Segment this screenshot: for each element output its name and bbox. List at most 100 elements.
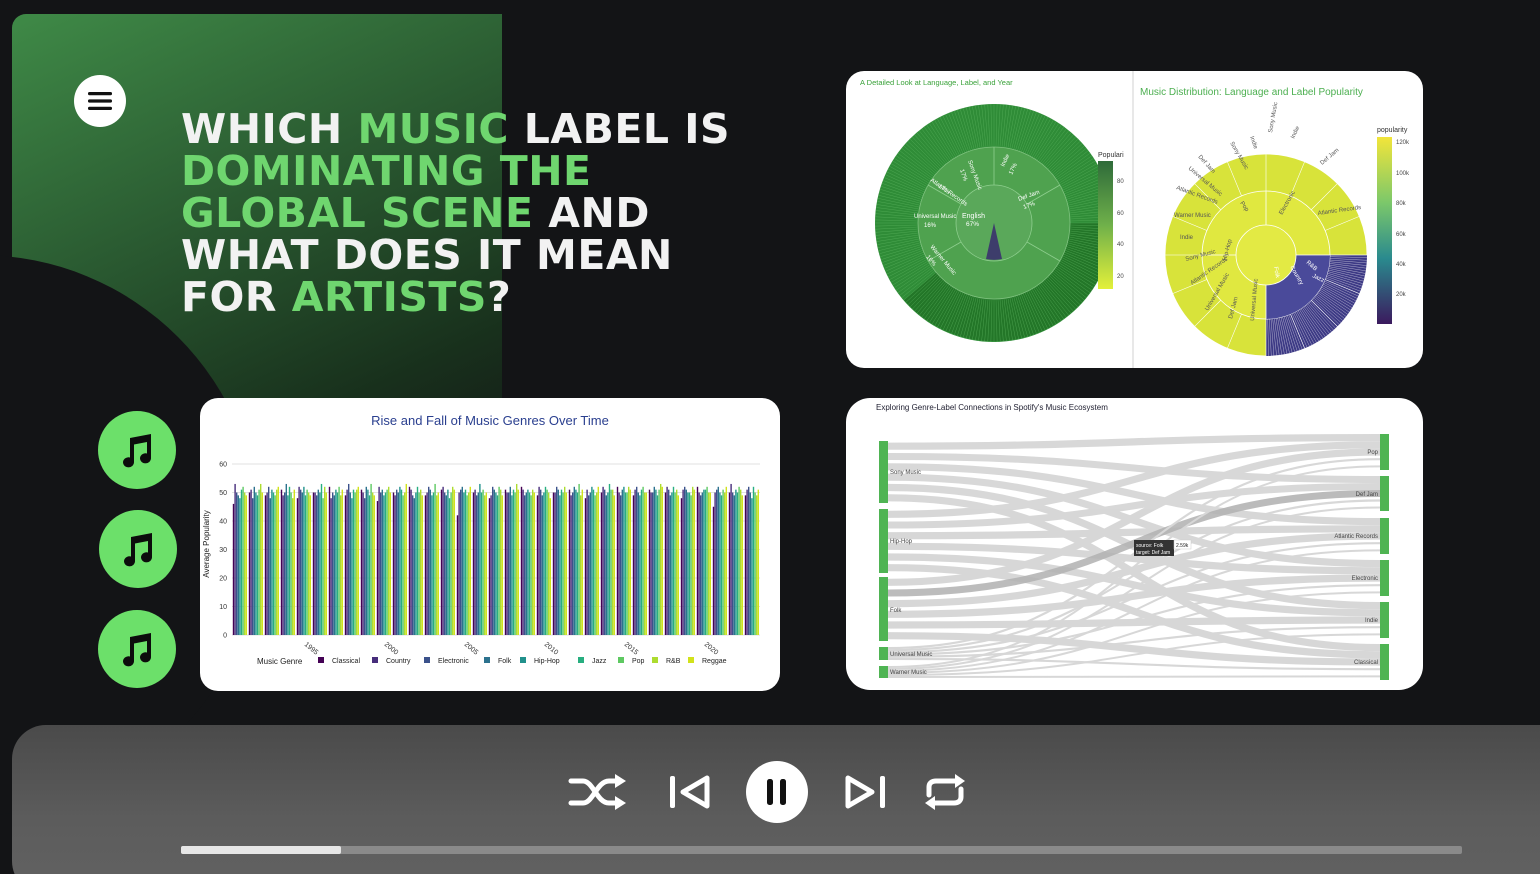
bar (456, 515, 459, 635)
bar (405, 483, 407, 635)
bar (242, 486, 244, 635)
bar (296, 498, 299, 635)
bar (580, 495, 582, 635)
bar (735, 489, 737, 635)
menu-button[interactable] (74, 75, 126, 127)
music-note-button-2[interactable] (99, 510, 177, 588)
bar (341, 489, 343, 635)
music-note-icon (123, 633, 152, 667)
bar (268, 486, 270, 635)
sankey-source-label: Universal Music (890, 652, 932, 658)
bar (447, 489, 449, 635)
bar (477, 492, 479, 635)
next-track-button[interactable] (843, 772, 889, 812)
bar-ytick-label: 0 (223, 633, 227, 640)
colorbar2-tick: 20k (1396, 292, 1407, 298)
playback-progress-bar[interactable] (181, 846, 1462, 854)
sankey-target-label: Def Jam (1356, 492, 1378, 498)
sunburst2-center (1235, 224, 1297, 286)
bar (738, 486, 740, 635)
bar (445, 495, 447, 635)
bar (560, 489, 563, 635)
bar (632, 495, 635, 635)
bar (530, 495, 532, 635)
repeat-button[interactable] (920, 770, 970, 814)
bar (292, 498, 294, 635)
bar (452, 486, 454, 635)
bar (629, 489, 631, 635)
sankey-source-nodes (879, 441, 888, 678)
bar (332, 492, 334, 635)
bar (495, 492, 497, 635)
page: WHICH MUSIC LABEL IS DOMINATING THE GLOB… (0, 0, 1540, 874)
bar (700, 495, 702, 635)
music-note-button-1[interactable] (98, 411, 176, 489)
bar (708, 492, 710, 635)
bar (687, 492, 689, 635)
bar (501, 495, 503, 635)
bar (624, 492, 627, 635)
colorbar1-tick: 80 (1117, 179, 1124, 185)
colorbar2-tick: 100k (1396, 171, 1410, 177)
bar (581, 489, 583, 635)
bar (724, 492, 726, 635)
bar (541, 495, 543, 635)
bar (672, 486, 675, 635)
hamburger-menu-icon (88, 92, 112, 110)
sankey-source-label: Folk (890, 608, 902, 614)
bar (306, 489, 308, 635)
bar (250, 489, 252, 635)
legend-swatch (484, 657, 490, 663)
bar (280, 489, 283, 635)
sankey-source-label: Sony Music (890, 470, 921, 476)
bar (248, 492, 251, 635)
bar (740, 489, 742, 635)
bar (277, 486, 279, 635)
bar (696, 486, 699, 635)
pause-button[interactable] (746, 761, 808, 823)
bar (348, 483, 350, 635)
bar (628, 486, 630, 635)
bar (554, 492, 556, 635)
bar (380, 492, 382, 635)
bar (642, 486, 644, 635)
previous-track-icon (670, 775, 710, 809)
bar (431, 495, 433, 635)
bar (440, 489, 443, 635)
bar (386, 489, 388, 635)
bar (512, 489, 515, 635)
previous-track-button[interactable] (666, 772, 712, 812)
colorbar1-tick: 40 (1117, 242, 1124, 248)
bar (586, 489, 588, 635)
bar (365, 486, 367, 635)
bar (284, 492, 286, 635)
bar (479, 483, 481, 635)
bar-chart-yticks: 0 10 20 30 40 50 60 (219, 462, 227, 640)
shuffle-button[interactable] (566, 772, 630, 812)
music-note-button-3[interactable] (98, 610, 176, 688)
bar (578, 483, 580, 635)
bar (373, 495, 375, 635)
bar (575, 489, 577, 635)
bar-ytick-label: 30 (219, 547, 227, 554)
bar (420, 489, 422, 635)
sunburst2-outer-label: Warner Music (1174, 213, 1211, 219)
bar (661, 486, 663, 635)
bar (378, 486, 380, 635)
bar (653, 486, 655, 635)
bar (639, 495, 641, 635)
sankey-target-label: Classical (1354, 660, 1378, 666)
legend-swatch (372, 657, 378, 663)
bar (544, 486, 547, 635)
bar (644, 492, 646, 635)
bar-legend-title: Music Genre (257, 657, 303, 666)
bar (634, 489, 636, 635)
bar (317, 489, 319, 635)
bar (293, 489, 295, 635)
sankey-node (1380, 518, 1389, 554)
bar (428, 486, 430, 635)
bar (676, 489, 678, 635)
sunburst2-title: Music Distribution: Language and Label P… (1140, 87, 1363, 98)
bar (397, 492, 399, 635)
bar-ytick-label: 10 (219, 604, 227, 611)
